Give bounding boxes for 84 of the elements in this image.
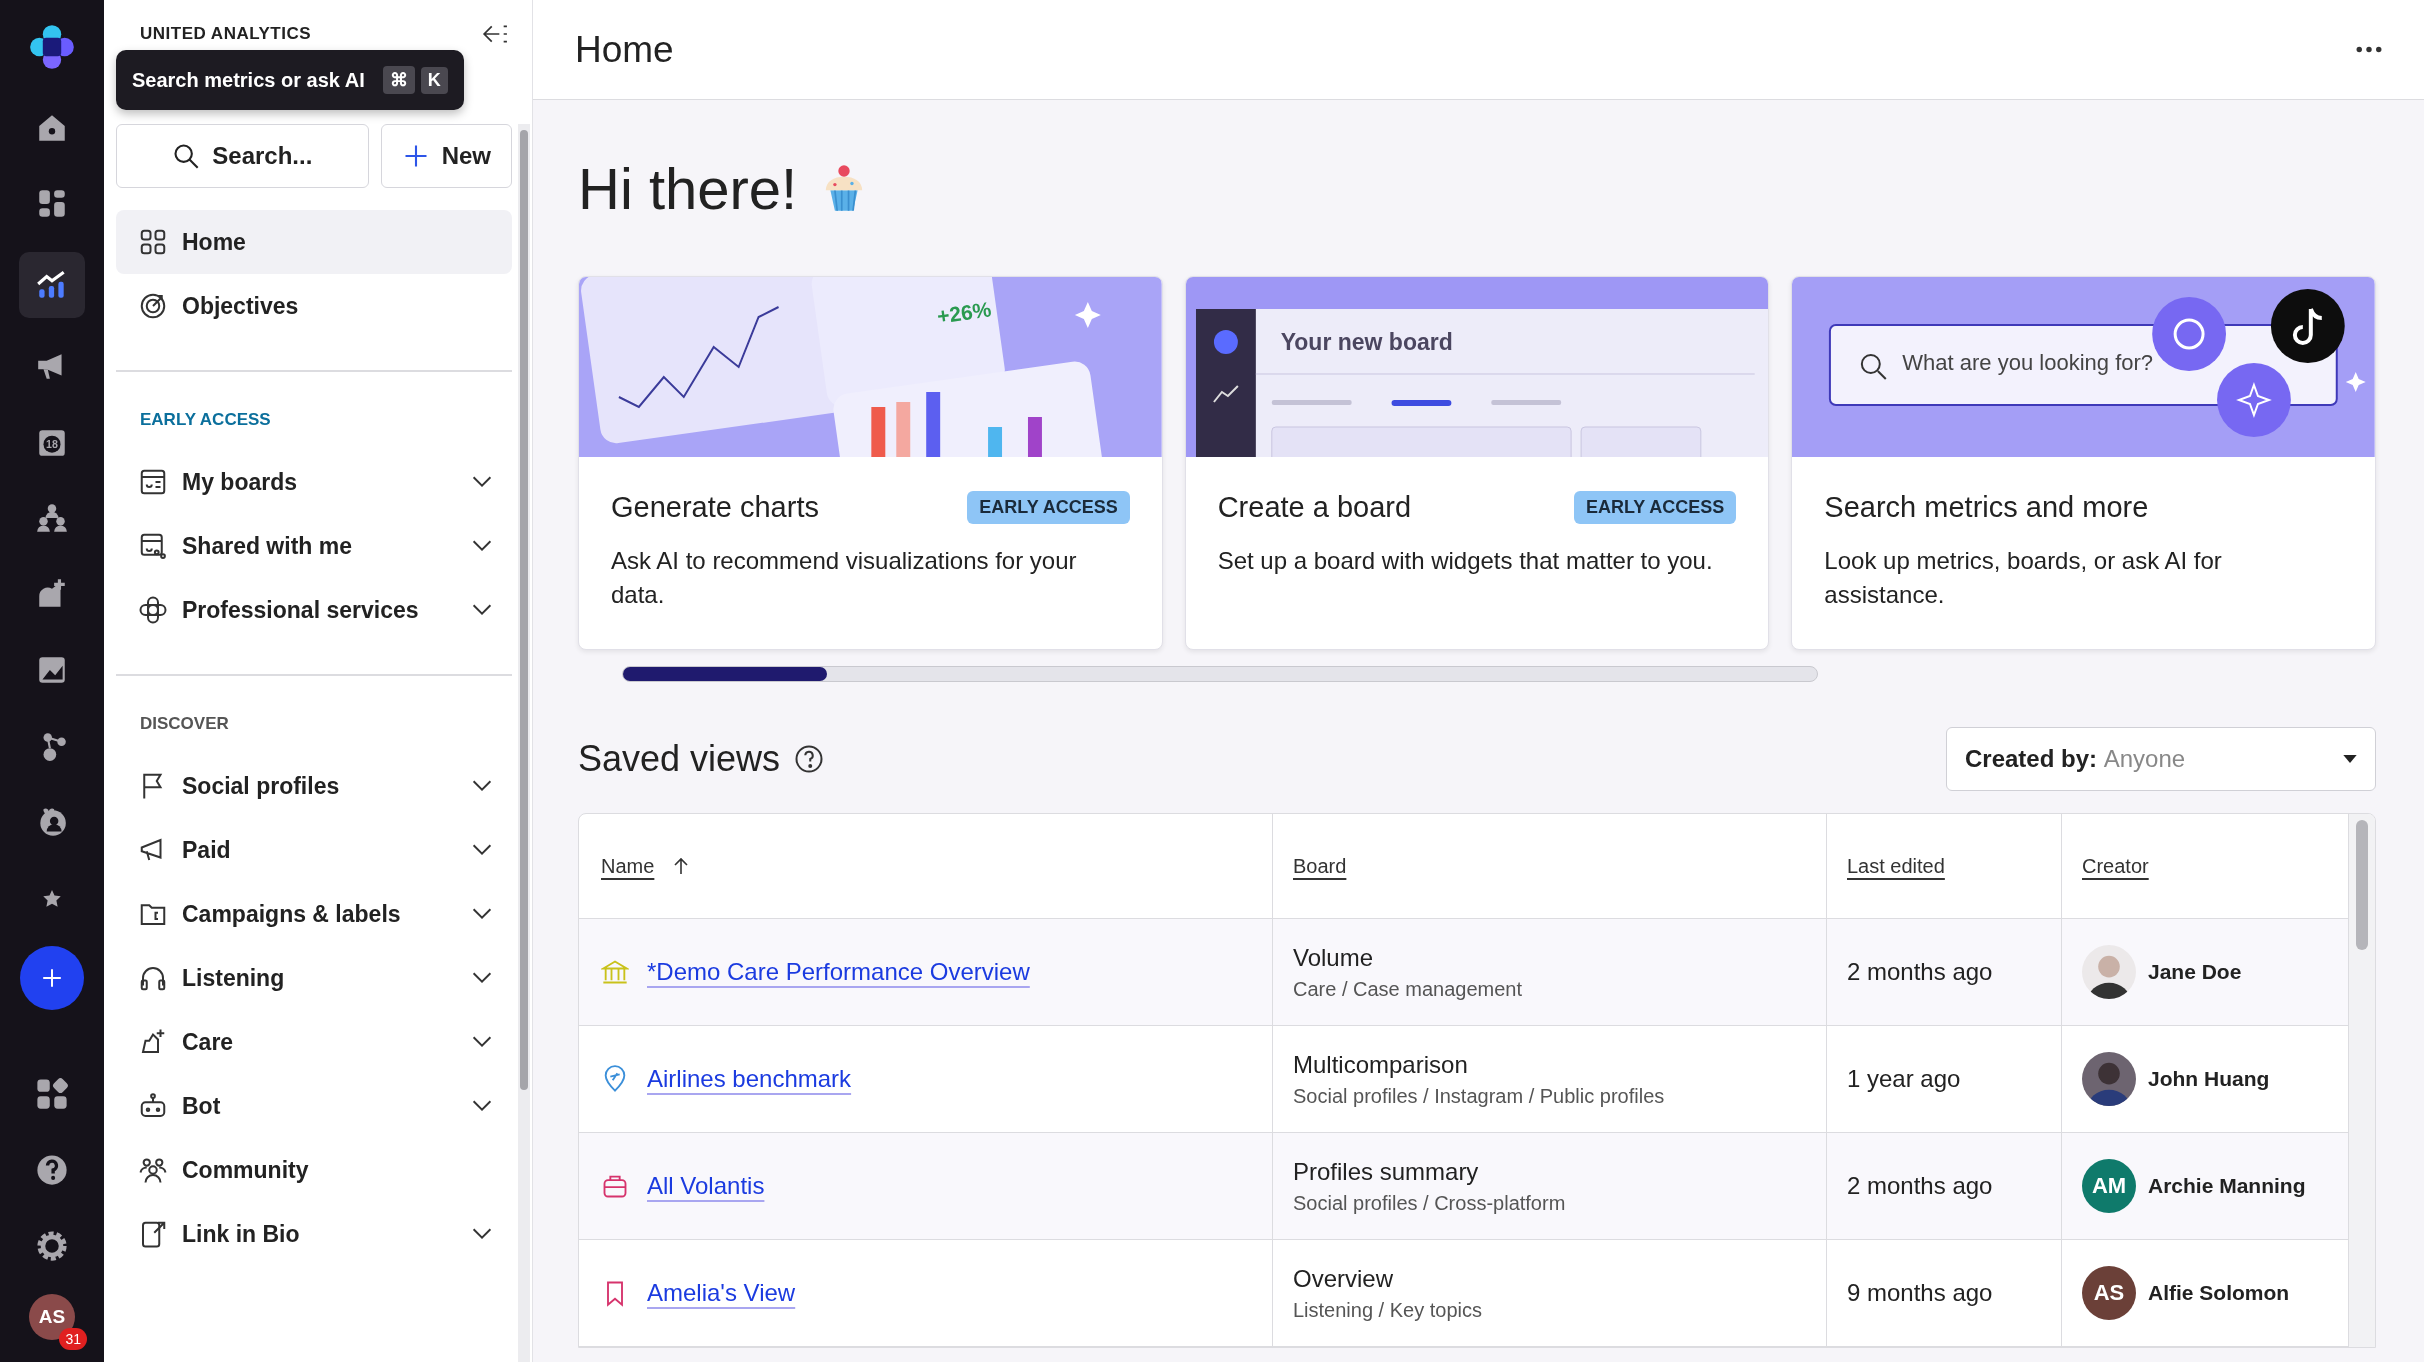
feature-card[interactable]: +26% Generate charts EARLY ACCESS Ask AI to recommend visualizations for your data. <box>578 276 1163 650</box>
notification-badge: 31 <box>59 1328 87 1350</box>
plus-icon <box>41 967 63 989</box>
analytics-icon[interactable] <box>19 252 85 318</box>
table-cell: 1 year ago <box>1847 1065 1961 1092</box>
saved-view-link[interactable]: Airlines benchmark <box>647 1065 852 1093</box>
tooltip-text: Search metrics or ask AI <box>132 68 365 92</box>
creator-name: Alfie Solomon <box>2148 1281 2290 1305</box>
keyboard-key: ⌘ <box>382 66 415 94</box>
nav-item[interactable]: Listening <box>116 946 512 1010</box>
table-cell-text: Social profiles / Instagram / Public profiles <box>1293 1084 1666 1108</box>
scrollbar[interactable] <box>518 124 530 1362</box>
saved-view-link[interactable]: *Demo Care Performance Overview <box>647 958 1030 986</box>
growth-label: +26% <box>935 297 993 329</box>
nav-item[interactable]: Care <box>116 1010 512 1074</box>
card-description: Set up a board with widgets that matter to you. <box>1217 546 1714 576</box>
nav-item[interactable]: Professional services <box>116 578 512 642</box>
column-header[interactable]: Creator <box>2061 814 2349 919</box>
table-cell-text: Profiles summary <box>1293 1157 1480 1186</box>
people-icon <box>138 1155 168 1185</box>
nav-item[interactable]: Shared with me <box>116 514 512 578</box>
carousel-scrollbar[interactable] <box>622 666 1818 682</box>
creator-filter-dropdown[interactable]: Created by: Anyone <box>1946 727 2376 791</box>
table-cell-text: Care / Case management <box>1293 977 1523 1001</box>
nav-item[interactable]: Social profiles <box>116 754 512 818</box>
column-header[interactable]: Board <box>1272 814 1827 919</box>
card-title: Generate charts <box>611 491 819 524</box>
early-access-badge: EARLY ACCESS <box>1573 491 1737 524</box>
saved-view-link[interactable]: All Volantis <box>647 1172 765 1200</box>
help-icon[interactable] <box>794 744 825 774</box>
user-avatar: AS <box>2082 1266 2136 1320</box>
caret-icon <box>2343 755 2357 763</box>
early-access-badge: EARLY ACCESS <box>967 491 1130 524</box>
nav-item[interactable]: Paid <box>116 818 512 882</box>
nav-item[interactable]: Objectives <box>116 274 512 338</box>
page-title: Home <box>575 28 674 71</box>
more-options-icon[interactable] <box>2356 46 2382 53</box>
target-icon <box>138 291 168 321</box>
table-cell-text: Volume <box>1293 943 1375 972</box>
nav-item[interactable]: Link in Bio <box>116 1202 512 1266</box>
card-description: Look up metrics, boards, or ask AI for assistance. <box>1824 546 2223 610</box>
feature-card[interactable]: What are you looking for? Search metrics and more Look up metrics, boards, or ask AI for assistance. <box>1791 276 2376 650</box>
section-title: Saved views <box>578 738 781 780</box>
services-icon <box>138 595 168 625</box>
nav-item[interactable]: Home <box>116 210 512 274</box>
scrollbar[interactable] <box>2349 814 2375 1347</box>
grid-icon <box>138 227 168 257</box>
nav-item[interactable]: Campaigns & labels <box>116 882 512 946</box>
search-icon <box>172 142 201 170</box>
feature-card[interactable]: Your new board Create a board EARLY ACCESS Set up a board with widgets that matter to you. <box>1184 276 1770 650</box>
table-cell: 2 months ago <box>1847 1172 1993 1199</box>
table-cell: 9 months ago <box>1847 1279 1993 1306</box>
table-cell-text: Listening / Key topics <box>1293 1298 1483 1322</box>
new-button[interactable]: New <box>380 124 512 188</box>
logo-icon <box>29 24 75 70</box>
search-placeholder: What are you looking for? <box>1902 350 2154 376</box>
section-title: EARLY ACCESS <box>139 409 272 431</box>
user-avatar: AM <box>2082 1159 2136 1213</box>
nav-item[interactable]: Bot <box>116 1074 512 1138</box>
creator-name: Jane Doe <box>2148 960 2242 984</box>
table-cell-text: Social profiles / Cross-platform <box>1293 1191 1567 1215</box>
creator-name: John Huang <box>2148 1067 2270 1091</box>
card-title: Search metrics and more <box>1824 491 2149 524</box>
nav-item[interactable]: Community <box>116 1138 512 1202</box>
organization-name: UNITED ANALYTICS <box>140 24 312 44</box>
card-title: Create a board <box>1217 491 1412 524</box>
greeting: Hi there! <box>578 154 798 222</box>
creator-name: Archie Manning <box>2148 1174 2306 1198</box>
table-cell-text: Multicomparison <box>1293 1050 1469 1079</box>
section-title: DISCOVER <box>139 713 230 735</box>
saved-view-link[interactable]: Amelia's View <box>647 1279 796 1307</box>
table-cell-text: Overview <box>1293 1264 1395 1293</box>
collapse-sidebar-icon[interactable] <box>482 23 508 45</box>
table-cell: 2 months ago <box>1847 958 1993 985</box>
nav-item[interactable]: My boards <box>116 450 512 514</box>
sort-ascending-icon <box>674 856 689 875</box>
shared-board-icon <box>138 531 168 561</box>
search-button[interactable]: Search... <box>116 124 369 188</box>
column-header[interactable]: Name <box>579 814 1273 919</box>
column-header[interactable]: Last edited <box>1826 814 2062 919</box>
card-description: Ask AI to recommend visualizations for your data. <box>611 546 1078 610</box>
keyboard-key: K <box>420 66 448 94</box>
board-icon <box>138 467 168 497</box>
board-title-label: Your new board <box>1280 329 1453 356</box>
